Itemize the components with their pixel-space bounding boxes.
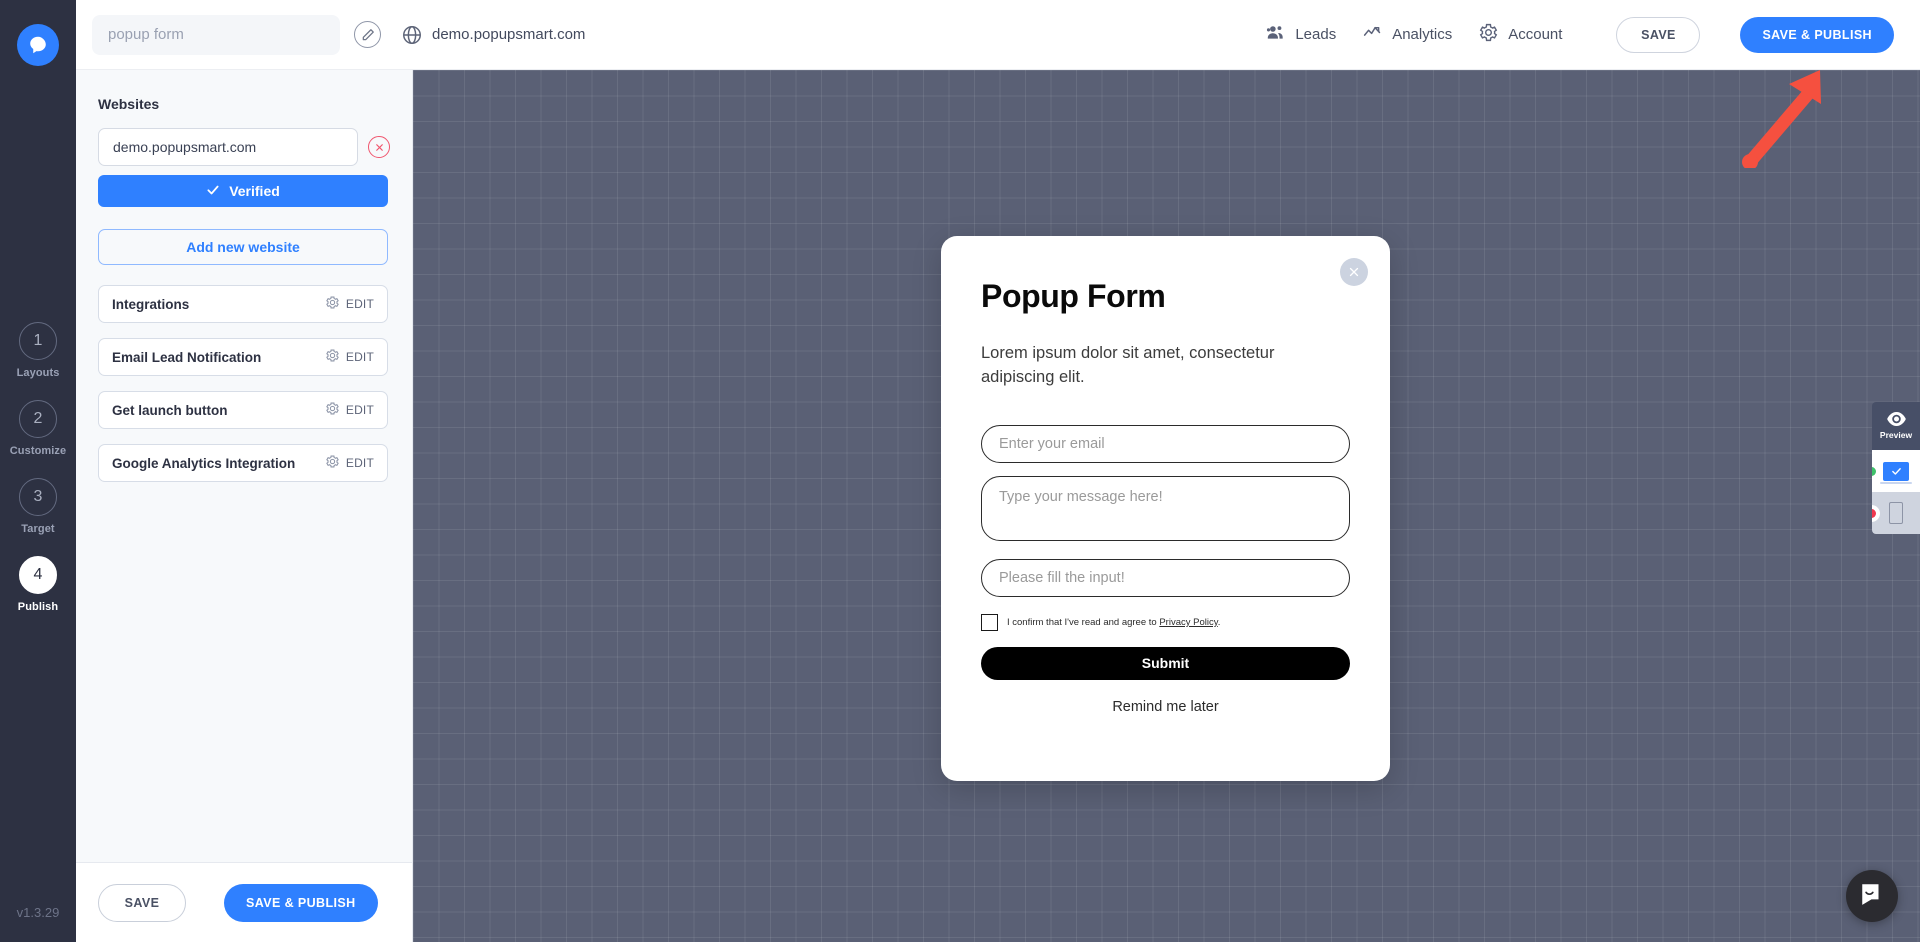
top-nav: Leads Analytics Account SAVE SAVE & PUBL… [1265, 16, 1920, 53]
save-button[interactable]: SAVE [1616, 16, 1701, 53]
extra-input-field[interactable] [981, 558, 1350, 597]
option-label: Email Lead Notification [112, 349, 262, 365]
left-rail: 1 Layouts 2 Customize 3 Target 4 Publish… [0, 0, 76, 942]
panel-save-button[interactable]: SAVE [98, 883, 186, 922]
nav-label: Analytics [1392, 26, 1453, 43]
top-bar: demo.popupsmart.com Leads [76, 0, 1920, 70]
nav-label: Leads [1295, 26, 1337, 43]
consent-row: I confirm that I've read and agree to Pr… [981, 613, 1350, 631]
remind-me-later-link[interactable]: Remind me later [981, 699, 1350, 715]
edit-label: EDIT [345, 350, 374, 364]
edit-control[interactable]: EDIT [325, 454, 374, 472]
option-row-email-lead-notification[interactable]: Email Lead Notification EDIT [98, 338, 388, 376]
step-number: 2 [19, 400, 57, 438]
option-row-google-analytics-integration[interactable]: Google Analytics Integration EDIT [98, 444, 388, 482]
step-list: 1 Layouts 2 Customize 3 Target 4 Publish [0, 322, 76, 613]
add-new-website-button[interactable]: Add new website [98, 229, 388, 265]
chat-bubble-icon [1859, 881, 1885, 912]
option-list: Integrations EDIT Email Lead Notificatio… [98, 285, 390, 482]
monitor-base [1880, 482, 1912, 484]
support-chat-button[interactable] [1846, 870, 1898, 922]
app-root: 1 Layouts 2 Customize 3 Target 4 Publish… [0, 0, 1920, 942]
sidebar-step-target[interactable]: 3 Target [19, 478, 57, 535]
desktop-view-toggle[interactable] [1872, 450, 1920, 492]
pencil-edit-icon[interactable] [354, 21, 381, 48]
consent-suffix: . [1217, 616, 1221, 628]
popup-title: Popup Form [981, 278, 1166, 314]
message-field[interactable] [981, 475, 1350, 541]
panel-heading: Websites [98, 96, 160, 112]
step-number: 1 [19, 322, 57, 360]
campaign-name-input[interactable] [92, 14, 340, 55]
panel-save-and-publish-button[interactable]: SAVE & PUBLISH [224, 883, 378, 922]
step-label: Customize [9, 445, 67, 457]
submit-button[interactable]: Submit [981, 646, 1350, 680]
email-field[interactable] [981, 424, 1350, 463]
preview-button[interactable]: Preview [1872, 402, 1920, 450]
preview-label: Preview [1879, 430, 1913, 440]
website-row [98, 128, 390, 166]
edit-label: EDIT [345, 456, 374, 470]
close-x-icon[interactable] [1340, 258, 1368, 286]
domain-label: demo.popupsmart.com [432, 26, 586, 43]
nav-analytics[interactable]: Analytics [1362, 22, 1452, 47]
edit-control[interactable]: EDIT [325, 295, 374, 313]
globe-icon [401, 24, 423, 46]
analytics-chart-icon [1362, 22, 1383, 47]
version-label: v1.3.29 [16, 905, 60, 920]
eye-icon [1886, 412, 1906, 428]
save-and-publish-button[interactable]: SAVE & PUBLISH [1740, 16, 1894, 53]
publish-panel-body: Websites Verified Add new website [76, 70, 412, 862]
step-number: 3 [19, 478, 57, 516]
option-label: Google Analytics Integration [112, 455, 296, 471]
popup-form-modal: Popup Form Lorem ipsum dolor sit amet, c… [941, 236, 1390, 781]
verified-label: Verified [229, 183, 280, 199]
sidebar-step-layouts[interactable]: 1 Layouts [17, 322, 60, 379]
privacy-policy-link[interactable]: Privacy Policy [1159, 617, 1217, 628]
sidebar-step-customize[interactable]: 2 Customize [10, 400, 67, 457]
step-label: Layouts [16, 367, 60, 379]
gear-icon [325, 454, 340, 472]
check-icon [206, 183, 220, 200]
popupsmart-logo-icon[interactable] [17, 24, 59, 66]
nav-leads[interactable]: Leads [1265, 22, 1336, 47]
edit-label: EDIT [345, 297, 374, 311]
option-row-get-launch-button[interactable]: Get launch button EDIT [98, 391, 388, 429]
nav-account[interactable]: Account [1478, 22, 1562, 47]
nav-label: Account [1508, 26, 1563, 43]
desktop-status-dot [1872, 462, 1880, 480]
step-number: 4 [19, 556, 57, 594]
gear-icon [1478, 22, 1499, 47]
option-label: Integrations [112, 296, 190, 312]
edit-control[interactable]: EDIT [325, 348, 374, 366]
publish-panel: Websites Verified Add new website [76, 70, 413, 942]
popup-description: Lorem ipsum dolor sit amet, consectetur … [981, 344, 1275, 387]
phone-icon [1889, 502, 1903, 524]
panel-footer: SAVE SAVE & PUBLISH [76, 862, 412, 942]
consent-checkbox[interactable] [981, 613, 998, 631]
people-icon [1265, 22, 1286, 47]
gear-icon [325, 295, 340, 313]
option-label: Get launch button [112, 402, 228, 418]
step-label: Publish [17, 601, 59, 613]
verified-badge: Verified [98, 175, 388, 207]
consent-text: I confirm that I've read and agree to Pr… [1007, 617, 1220, 628]
website-input[interactable] [98, 128, 358, 166]
monitor-icon [1883, 461, 1909, 481]
mobile-status-dot [1872, 504, 1880, 522]
step-label: Target [21, 523, 55, 535]
edit-control[interactable]: EDIT [325, 401, 374, 419]
sidebar-step-publish[interactable]: 4 Publish [18, 556, 58, 613]
device-preview-toolbar: Preview [1872, 402, 1920, 534]
mobile-view-toggle[interactable] [1872, 492, 1920, 534]
gear-icon [325, 401, 340, 419]
option-row-integrations[interactable]: Integrations EDIT [98, 285, 388, 323]
close-circle-icon[interactable] [368, 136, 390, 158]
edit-label: EDIT [345, 403, 374, 417]
consent-prefix: I confirm that I've read and agree to [1007, 616, 1160, 628]
gear-icon [325, 348, 340, 366]
